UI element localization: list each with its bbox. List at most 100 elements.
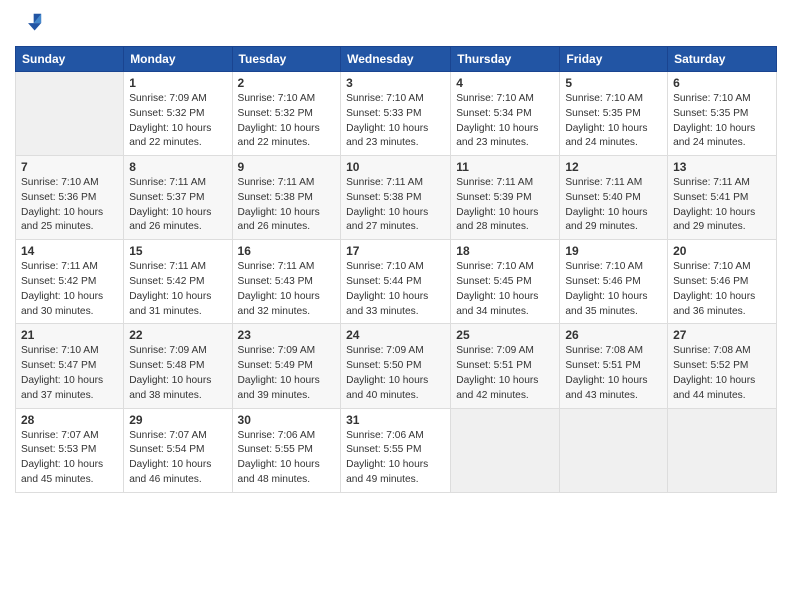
calendar-cell: 3 Sunrise: 7:10 AM Sunset: 5:33 PM Daylig… (341, 72, 451, 156)
day-number: 24 (346, 328, 445, 342)
day-info: Sunrise: 7:11 AM Sunset: 5:42 PM Dayligh… (129, 260, 226, 319)
day-number: 10 (346, 160, 445, 174)
logo-icon (15, 10, 43, 38)
calendar-cell: 10 Sunrise: 7:11 AM Sunset: 5:38 PM Dayli… (341, 156, 451, 240)
day-info: Sunrise: 7:10 AM Sunset: 5:33 PM Dayligh… (346, 92, 445, 151)
day-info: Sunrise: 7:09 AM Sunset: 5:49 PM Dayligh… (238, 344, 336, 403)
calendar-header-row: SundayMondayTuesdayWednesdayThursdayFrid… (16, 47, 777, 72)
calendar-cell: 14Sunrise: 7:11 AM Sunset: 5:42 PM Dayli… (16, 240, 124, 324)
header (15, 10, 777, 38)
day-number: 15 (129, 244, 226, 258)
day-info: Sunrise: 7:10 AM Sunset: 5:34 PM Dayligh… (456, 92, 554, 151)
day-number: 19 (565, 244, 662, 258)
calendar-table: SundayMondayTuesdayWednesdayThursdayFrid… (15, 46, 777, 493)
day-info: Sunrise: 7:11 AM Sunset: 5:38 PM Dayligh… (346, 176, 445, 235)
day-number: 18 (456, 244, 554, 258)
calendar-cell: 19 Sunrise: 7:10 AM Sunset: 5:46 PM Dayli… (560, 240, 668, 324)
day-number: 7 (21, 160, 118, 174)
calendar-cell: 26Sunrise: 7:08 AM Sunset: 5:51 PM Dayli… (560, 324, 668, 408)
day-number: 25 (456, 328, 554, 342)
day-info: Sunrise: 7:10 AM Sunset: 5:46 PM Dayligh… (565, 260, 662, 319)
day-number: 4 (456, 76, 554, 90)
day-number: 8 (129, 160, 226, 174)
day-info: Sunrise: 7:06 AM Sunset: 5:55 PM Dayligh… (346, 429, 445, 488)
day-of-week-header: Sunday (16, 47, 124, 72)
calendar-cell: 23 Sunrise: 7:09 AM Sunset: 5:49 PM Dayli… (232, 324, 341, 408)
day-of-week-header: Saturday (668, 47, 777, 72)
day-info: Sunrise: 7:08 AM Sunset: 5:51 PM Dayligh… (565, 344, 662, 403)
calendar-cell: 29Sunrise: 7:07 AM Sunset: 5:54 PM Dayli… (124, 408, 232, 492)
day-info: Sunrise: 7:10 AM Sunset: 5:35 PM Dayligh… (565, 92, 662, 151)
day-of-week-header: Thursday (451, 47, 560, 72)
day-number: 16 (238, 244, 336, 258)
day-number: 5 (565, 76, 662, 90)
calendar-week-row: 1Sunrise: 7:09 AM Sunset: 5:32 PM Daylig… (16, 72, 777, 156)
day-of-week-header: Monday (124, 47, 232, 72)
calendar-cell (560, 408, 668, 492)
day-info: Sunrise: 7:11 AM Sunset: 5:37 PM Dayligh… (129, 176, 226, 235)
day-info: Sunrise: 7:10 AM Sunset: 5:47 PM Dayligh… (21, 344, 118, 403)
day-info: Sunrise: 7:09 AM Sunset: 5:51 PM Dayligh… (456, 344, 554, 403)
calendar-cell: 22Sunrise: 7:09 AM Sunset: 5:48 PM Dayli… (124, 324, 232, 408)
calendar-cell: 8 Sunrise: 7:11 AM Sunset: 5:37 PM Daylig… (124, 156, 232, 240)
day-number: 28 (21, 413, 118, 427)
day-number: 11 (456, 160, 554, 174)
day-info: Sunrise: 7:11 AM Sunset: 5:39 PM Dayligh… (456, 176, 554, 235)
day-number: 17 (346, 244, 445, 258)
day-number: 3 (346, 76, 445, 90)
day-info: Sunrise: 7:10 AM Sunset: 5:46 PM Dayligh… (673, 260, 771, 319)
day-info: Sunrise: 7:11 AM Sunset: 5:42 PM Dayligh… (21, 260, 118, 319)
day-number: 23 (238, 328, 336, 342)
calendar-cell: 24 Sunrise: 7:09 AM Sunset: 5:50 PM Dayli… (341, 324, 451, 408)
calendar-cell: 15 Sunrise: 7:11 AM Sunset: 5:42 PM Dayli… (124, 240, 232, 324)
calendar-week-row: 28 Sunrise: 7:07 AM Sunset: 5:53 PM Dayli… (16, 408, 777, 492)
calendar-cell: 30Sunrise: 7:06 AM Sunset: 5:55 PM Dayli… (232, 408, 341, 492)
day-number: 9 (238, 160, 336, 174)
day-of-week-header: Tuesday (232, 47, 341, 72)
day-info: Sunrise: 7:07 AM Sunset: 5:53 PM Dayligh… (21, 429, 118, 488)
calendar-cell: 2Sunrise: 7:10 AM Sunset: 5:32 PM Daylig… (232, 72, 341, 156)
day-number: 6 (673, 76, 771, 90)
calendar-cell: 16 Sunrise: 7:11 AM Sunset: 5:43 PM Dayli… (232, 240, 341, 324)
day-info: Sunrise: 7:10 AM Sunset: 5:36 PM Dayligh… (21, 176, 118, 235)
calendar-cell: 13 Sunrise: 7:11 AM Sunset: 5:41 PM Dayli… (668, 156, 777, 240)
calendar-cell: 31 Sunrise: 7:06 AM Sunset: 5:55 PM Dayli… (341, 408, 451, 492)
calendar-week-row: 14Sunrise: 7:11 AM Sunset: 5:42 PM Dayli… (16, 240, 777, 324)
calendar-cell: 21 Sunrise: 7:10 AM Sunset: 5:47 PM Dayli… (16, 324, 124, 408)
day-info: Sunrise: 7:07 AM Sunset: 5:54 PM Dayligh… (129, 429, 226, 488)
calendar-cell (16, 72, 124, 156)
day-info: Sunrise: 7:09 AM Sunset: 5:32 PM Dayligh… (129, 92, 226, 151)
day-info: Sunrise: 7:08 AM Sunset: 5:52 PM Dayligh… (673, 344, 771, 403)
day-number: 30 (238, 413, 336, 427)
logo (15, 10, 47, 38)
day-info: Sunrise: 7:10 AM Sunset: 5:44 PM Dayligh… (346, 260, 445, 319)
day-info: Sunrise: 7:09 AM Sunset: 5:48 PM Dayligh… (129, 344, 226, 403)
calendar-cell: 9Sunrise: 7:11 AM Sunset: 5:38 PM Daylig… (232, 156, 341, 240)
day-number: 12 (565, 160, 662, 174)
calendar-cell: 20Sunrise: 7:10 AM Sunset: 5:46 PM Dayli… (668, 240, 777, 324)
day-info: Sunrise: 7:10 AM Sunset: 5:32 PM Dayligh… (238, 92, 336, 151)
calendar-cell: 4 Sunrise: 7:10 AM Sunset: 5:34 PM Daylig… (451, 72, 560, 156)
day-of-week-header: Friday (560, 47, 668, 72)
calendar-week-row: 21 Sunrise: 7:10 AM Sunset: 5:47 PM Dayli… (16, 324, 777, 408)
calendar-cell: 18 Sunrise: 7:10 AM Sunset: 5:45 PM Dayli… (451, 240, 560, 324)
calendar-cell: 27Sunrise: 7:08 AM Sunset: 5:52 PM Dayli… (668, 324, 777, 408)
day-of-week-header: Wednesday (341, 47, 451, 72)
calendar-cell: 5 Sunrise: 7:10 AM Sunset: 5:35 PM Daylig… (560, 72, 668, 156)
day-info: Sunrise: 7:11 AM Sunset: 5:41 PM Dayligh… (673, 176, 771, 235)
day-number: 21 (21, 328, 118, 342)
calendar-cell: 7 Sunrise: 7:10 AM Sunset: 5:36 PM Daylig… (16, 156, 124, 240)
calendar-cell: 17 Sunrise: 7:10 AM Sunset: 5:44 PM Dayli… (341, 240, 451, 324)
calendar-week-row: 7 Sunrise: 7:10 AM Sunset: 5:36 PM Daylig… (16, 156, 777, 240)
day-info: Sunrise: 7:10 AM Sunset: 5:35 PM Dayligh… (673, 92, 771, 151)
calendar-cell: 25 Sunrise: 7:09 AM Sunset: 5:51 PM Dayli… (451, 324, 560, 408)
day-info: Sunrise: 7:10 AM Sunset: 5:45 PM Dayligh… (456, 260, 554, 319)
day-info: Sunrise: 7:11 AM Sunset: 5:43 PM Dayligh… (238, 260, 336, 319)
calendar-cell: 11 Sunrise: 7:11 AM Sunset: 5:39 PM Dayli… (451, 156, 560, 240)
day-info: Sunrise: 7:09 AM Sunset: 5:50 PM Dayligh… (346, 344, 445, 403)
calendar-cell: 12Sunrise: 7:11 AM Sunset: 5:40 PM Dayli… (560, 156, 668, 240)
page: SundayMondayTuesdayWednesdayThursdayFrid… (0, 0, 792, 612)
day-number: 13 (673, 160, 771, 174)
calendar-cell: 28 Sunrise: 7:07 AM Sunset: 5:53 PM Dayli… (16, 408, 124, 492)
day-number: 31 (346, 413, 445, 427)
